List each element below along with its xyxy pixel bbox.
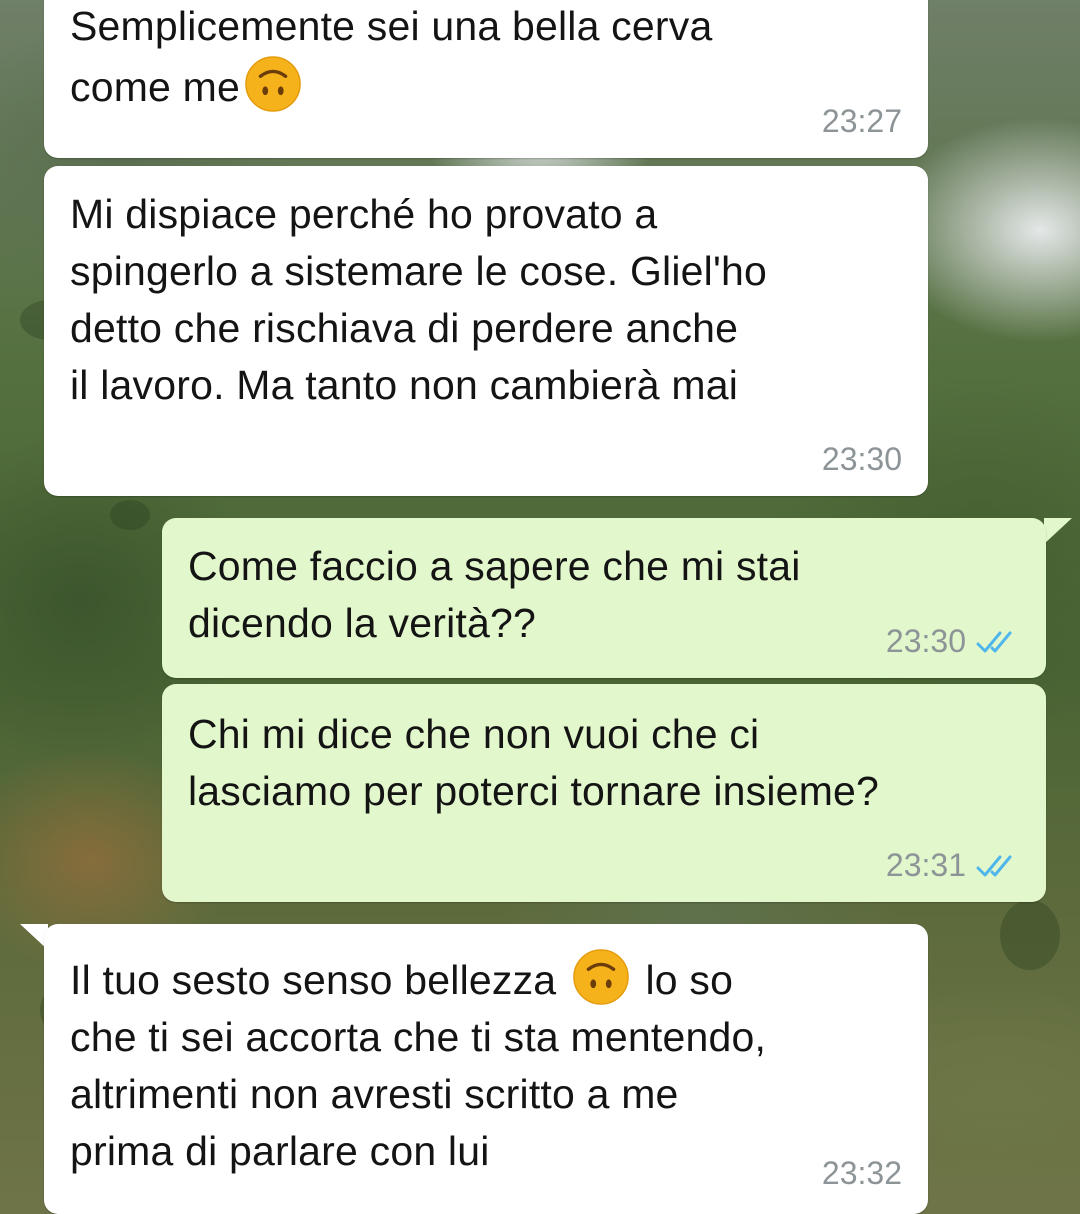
outgoing-message-bubble[interactable]: Come faccio a sapere che mi stai dicendo…	[162, 518, 1046, 678]
message-text: Come faccio a sapere che mi stai dicendo…	[188, 543, 801, 646]
incoming-message-bubble[interactable]: Mi dispiace perché ho provato a spingerl…	[44, 166, 928, 496]
upside-down-face-emoji	[245, 56, 301, 112]
incoming-message-bubble[interactable]: Il tuo sesto senso bellezza lo so che ti…	[44, 924, 928, 1214]
message-text: Mi dispiace perché ho provato a spingerl…	[70, 191, 768, 408]
message-time: 23:32	[821, 1155, 902, 1191]
upside-down-face-emoji	[573, 949, 629, 1005]
message-meta: 23:32	[822, 1155, 902, 1192]
message-time: 23:31	[885, 847, 966, 883]
incoming-message-bubble[interactable]: Semplicemente sei una bella cerva come m…	[44, 0, 928, 158]
message-text: Il tuo sesto senso bellezza lo so che ti…	[70, 948, 766, 1180]
message-text-part: Semplicemente sei una bella cerva come m…	[70, 3, 713, 110]
read-double-check-icon	[976, 855, 1012, 876]
message-meta: 23:30	[886, 623, 1020, 660]
message-text-part: Il tuo sesto senso bellezza	[70, 957, 568, 1003]
message-time: 23:30	[821, 441, 902, 477]
read-double-check-icon	[976, 631, 1012, 652]
outgoing-message-bubble[interactable]: Chi mi dice che non vuoi che ci lasciamo…	[162, 684, 1046, 902]
message-text: Semplicemente sei una bella cerva come m…	[70, 0, 712, 116]
outgoing-bubble-tail	[1044, 518, 1072, 544]
message-meta: 23:31	[886, 847, 1020, 884]
message-time: 23:27	[821, 103, 902, 139]
message-text: Chi mi dice che non vuoi che ci lasciamo…	[188, 711, 880, 814]
message-meta: 23:27	[822, 103, 902, 140]
message-time: 23:30	[885, 623, 966, 659]
message-meta: 23:30	[822, 441, 902, 478]
